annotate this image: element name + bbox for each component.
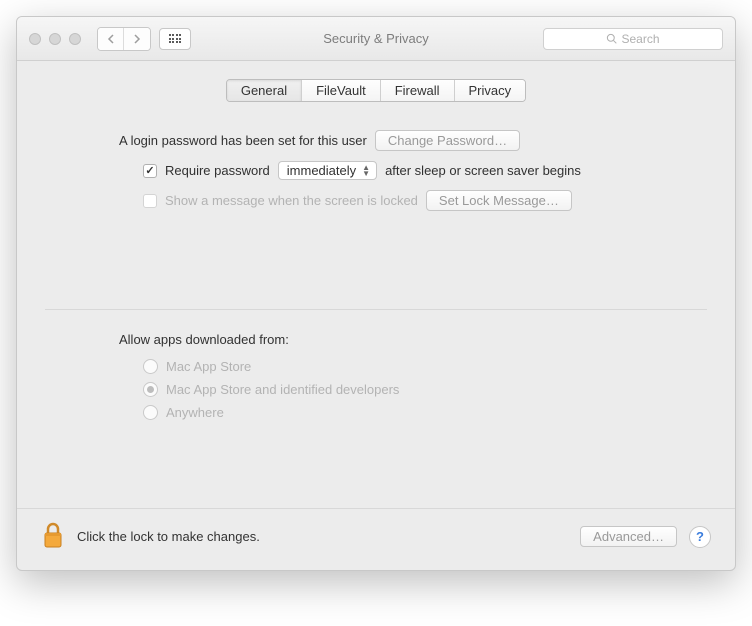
require-password-checkbox[interactable] bbox=[143, 164, 157, 178]
radio-mac-app-store-identified bbox=[143, 382, 158, 397]
allow-apps-heading: Allow apps downloaded from: bbox=[119, 332, 669, 347]
require-password-suffix: after sleep or screen saver begins bbox=[385, 163, 581, 178]
radio-mac-app-store bbox=[143, 359, 158, 374]
tab-filevault[interactable]: FileVault bbox=[302, 80, 381, 101]
radio-mac-app-store-identified-label: Mac App Store and identified developers bbox=[166, 382, 399, 397]
titlebar: Security & Privacy Search bbox=[17, 17, 735, 61]
tab-firewall[interactable]: Firewall bbox=[381, 80, 455, 101]
search-placeholder: Search bbox=[621, 32, 659, 46]
nav-back-forward bbox=[97, 27, 151, 51]
chevron-left-icon bbox=[107, 34, 115, 44]
search-icon bbox=[606, 33, 617, 44]
minimize-icon[interactable] bbox=[49, 33, 61, 45]
advanced-button[interactable]: Advanced… bbox=[580, 526, 677, 547]
grid-icon bbox=[169, 34, 182, 43]
show-all-button[interactable] bbox=[159, 28, 191, 50]
login-password-text: A login password has been set for this u… bbox=[119, 133, 367, 148]
window-controls bbox=[29, 33, 81, 45]
radio-anywhere bbox=[143, 405, 158, 420]
password-section: A login password has been set for this u… bbox=[45, 130, 707, 249]
set-lock-message-button: Set Lock Message… bbox=[426, 190, 572, 211]
back-button[interactable] bbox=[98, 28, 124, 50]
require-password-delay-popup[interactable]: immediately ▲▼ bbox=[278, 161, 377, 180]
show-message-label: Show a message when the screen is locked bbox=[165, 193, 418, 208]
content-area: General FileVault Firewall Privacy A log… bbox=[17, 61, 735, 508]
close-icon[interactable] bbox=[29, 33, 41, 45]
lock-icon[interactable] bbox=[41, 521, 65, 552]
tab-bar: General FileVault Firewall Privacy bbox=[45, 79, 707, 102]
footer: Click the lock to make changes. Advanced… bbox=[17, 508, 735, 570]
radio-mac-app-store-label: Mac App Store bbox=[166, 359, 251, 374]
gatekeeper-section: Allow apps downloaded from: Mac App Stor… bbox=[45, 332, 707, 488]
change-password-button[interactable]: Change Password… bbox=[375, 130, 520, 151]
section-divider bbox=[45, 309, 707, 310]
preferences-window: Security & Privacy Search General FileVa… bbox=[16, 16, 736, 571]
show-message-checkbox bbox=[143, 194, 157, 208]
require-password-delay-value: immediately bbox=[287, 163, 356, 178]
zoom-icon[interactable] bbox=[69, 33, 81, 45]
forward-button[interactable] bbox=[124, 28, 150, 50]
radio-anywhere-label: Anywhere bbox=[166, 405, 224, 420]
tab-privacy[interactable]: Privacy bbox=[455, 80, 526, 101]
updown-icon: ▲▼ bbox=[362, 165, 370, 177]
chevron-right-icon bbox=[133, 34, 141, 44]
lock-text: Click the lock to make changes. bbox=[77, 529, 260, 544]
help-button[interactable]: ? bbox=[689, 526, 711, 548]
tab-general[interactable]: General bbox=[227, 80, 302, 101]
search-input[interactable]: Search bbox=[543, 28, 723, 50]
require-password-label: Require password bbox=[165, 163, 270, 178]
